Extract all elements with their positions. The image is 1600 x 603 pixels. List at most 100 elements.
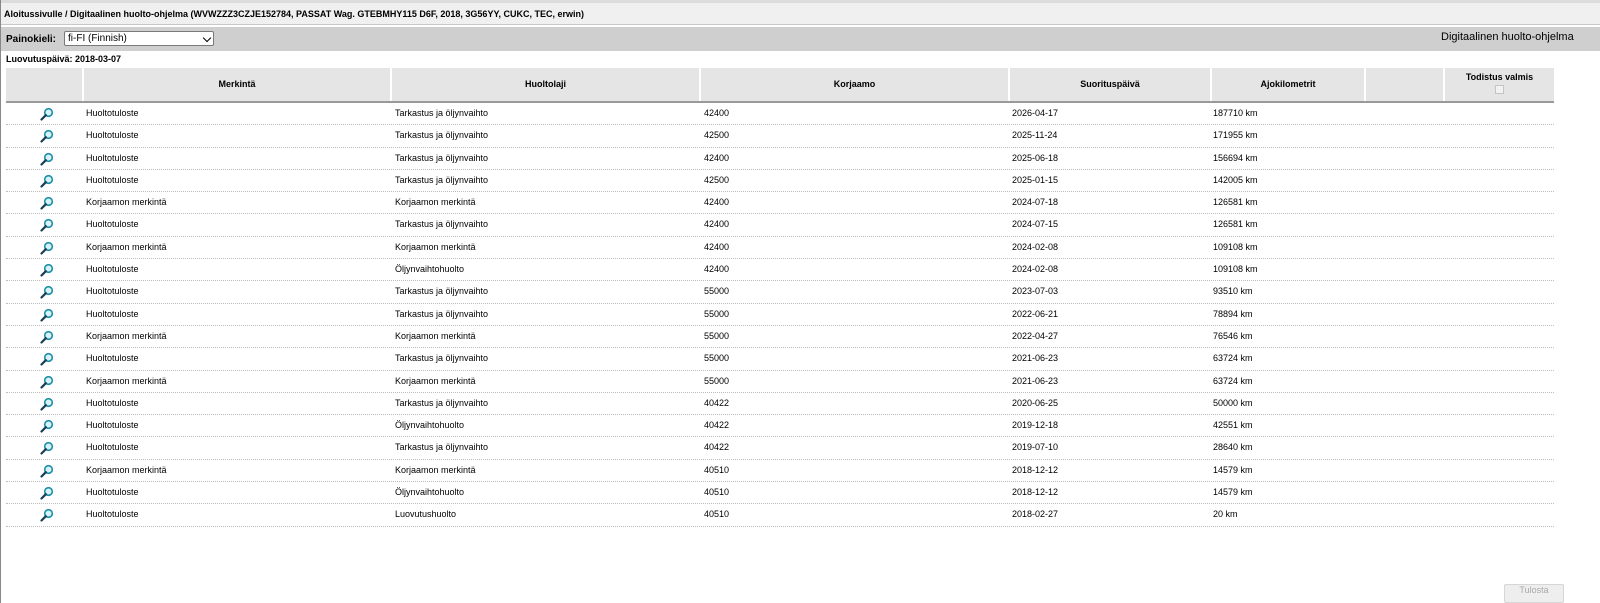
header-blank: [1366, 68, 1445, 101]
table-row[interactable]: Korjaamon merkintä Korjaamon merkintä 5500…: [6, 371, 1554, 393]
table-body: Huoltotuloste Tarkastus ja öljynvaihto 424…: [6, 103, 1554, 527]
language-select[interactable]: fi-FI (Finnish): [64, 31, 214, 46]
header-huoltolaji[interactable]: Huoltolaji: [392, 68, 701, 101]
cell-korjaamo: 55000: [704, 375, 730, 386]
header-merkinta[interactable]: Merkintä: [84, 68, 392, 101]
cell-huoltolaji: Öljynvaihtohuolto: [395, 487, 465, 498]
cell-ajokilometrit: 93510 km: [1213, 286, 1253, 297]
magnifier-icon[interactable]: [40, 174, 54, 188]
cell-ajokilometrit: 109108 km: [1213, 264, 1258, 275]
magnifier-icon[interactable]: [40, 196, 54, 210]
cell-ajokilometrit: 63724 km: [1213, 353, 1253, 364]
table-row[interactable]: Huoltotuloste Tarkastus ja öljynvaihto 425…: [6, 125, 1554, 148]
table-header: Merkintä Huoltolaji Korjaamo Suorituspäi…: [6, 68, 1554, 103]
table-row[interactable]: Huoltotuloste Tarkastus ja öljynvaihto 424…: [6, 214, 1554, 237]
cell-suorituspaiva: 2019-07-10: [1012, 442, 1059, 453]
cell-suorituspaiva: 2019-12-18: [1012, 420, 1059, 431]
cell-huoltolaji: Tarkastus ja öljynvaihto: [395, 286, 489, 297]
magnifier-icon[interactable]: [40, 352, 54, 366]
magnifier-icon[interactable]: [40, 464, 54, 478]
cell-suorituspaiva: 2021-06-23: [1012, 353, 1059, 364]
magnifier-icon[interactable]: [40, 241, 54, 255]
language-select-value: fi-FI (Finnish): [68, 33, 127, 44]
table-row[interactable]: Huoltotuloste Tarkastus ja öljynvaihto 550…: [6, 348, 1554, 371]
magnifier-icon[interactable]: [40, 330, 54, 344]
cell-korjaamo: 42400: [704, 264, 730, 275]
table-row[interactable]: Huoltotuloste Tarkastus ja öljynvaihto 425…: [6, 170, 1554, 193]
magnifier-icon[interactable]: [40, 375, 54, 389]
table-row[interactable]: Huoltotuloste Öljynvaihtohuolto 40422 2019-…: [6, 415, 1554, 438]
cell-merkinta: Huoltotuloste: [86, 286, 139, 297]
cell-suorituspaiva: 2018-02-27: [1012, 509, 1059, 520]
cell-suorituspaiva: 2025-01-15: [1012, 174, 1059, 185]
magnifier-icon[interactable]: [40, 419, 54, 433]
cell-suorituspaiva: 2022-06-21: [1012, 308, 1059, 319]
table-row[interactable]: Huoltotuloste Tarkastus ja öljynvaihto 550…: [6, 304, 1554, 326]
cell-merkinta: Huoltotuloste: [86, 308, 139, 319]
cell-korjaamo: 42500: [704, 174, 730, 185]
cell-merkinta: Huoltotuloste: [86, 397, 139, 408]
magnifier-icon[interactable]: [40, 107, 54, 121]
table-row[interactable]: Korjaamon merkintä Korjaamon merkintä 4240…: [6, 237, 1554, 260]
cell-korjaamo: 55000: [704, 330, 730, 341]
cell-suorituspaiva: 2023-07-03: [1012, 286, 1059, 297]
cell-ajokilometrit: 156694 km: [1213, 152, 1258, 163]
breadcrumb[interactable]: Aloitussivulle / Digitaalinen huolto-ohj…: [4, 9, 584, 19]
table-row[interactable]: Korjaamon merkintä Korjaamon merkintä 4051…: [6, 460, 1554, 483]
magnifier-icon[interactable]: [40, 397, 54, 411]
magnifier-icon[interactable]: [40, 129, 54, 143]
magnifier-icon[interactable]: [40, 486, 54, 500]
magnifier-icon[interactable]: [40, 218, 54, 233]
cell-merkinta: Huoltotuloste: [86, 174, 139, 185]
cell-korjaamo: 40422: [704, 397, 730, 408]
cell-merkinta: Huoltotuloste: [86, 219, 139, 230]
cell-ajokilometrit: 126581 km: [1213, 219, 1258, 230]
cell-huoltolaji: Tarkastus ja öljynvaihto: [395, 308, 489, 319]
cell-korjaamo: 55000: [704, 308, 730, 319]
cell-suorituspaiva: 2020-06-25: [1012, 397, 1059, 408]
magnifier-icon[interactable]: [40, 285, 54, 299]
magnifier-icon[interactable]: [40, 152, 54, 166]
language-toolbar: Painokieli: fi-FI (Finnish) Digitaalinen…: [1, 27, 1600, 51]
cell-korjaamo: 40422: [704, 442, 730, 453]
table-row[interactable]: Huoltotuloste Öljynvaihtohuolto 42400 2024-…: [6, 259, 1554, 282]
cell-ajokilometrit: 76546 km: [1213, 330, 1253, 341]
cell-merkinta: Huoltotuloste: [86, 130, 139, 141]
table-row[interactable]: Korjaamon merkintä Korjaamon merkintä 5500…: [6, 326, 1554, 349]
todistus-checkbox[interactable]: [1495, 85, 1504, 94]
table-row[interactable]: Huoltotuloste Tarkastus ja öljynvaihto 550…: [6, 281, 1554, 304]
table-row[interactable]: Huoltotuloste Luovutushuolto 40510 2018-02-…: [6, 504, 1554, 527]
table-row[interactable]: Huoltotuloste Tarkastus ja öljynvaihto 404…: [6, 393, 1554, 416]
magnifier-icon[interactable]: [40, 508, 54, 522]
header-action: [6, 68, 84, 101]
cell-huoltolaji: Tarkastus ja öljynvaihto: [395, 442, 489, 453]
language-label: Painokieli:: [6, 34, 57, 45]
table-row[interactable]: Huoltotuloste Tarkastus ja öljynvaihto 404…: [6, 437, 1554, 460]
magnifier-icon[interactable]: [40, 441, 54, 456]
header-suorituspaiva[interactable]: Suorituspäivä: [1010, 68, 1212, 101]
cell-ajokilometrit: 78894 km: [1213, 308, 1253, 319]
cell-ajokilometrit: 20 km: [1213, 509, 1238, 520]
cell-suorituspaiva: 2018-12-12: [1012, 464, 1059, 475]
header-korjaamo[interactable]: Korjaamo: [701, 68, 1010, 101]
table-row[interactable]: Huoltotuloste Öljynvaihtohuolto 40510 2018-…: [6, 482, 1554, 505]
print-button[interactable]: Tulosta: [1504, 584, 1564, 603]
cell-korjaamo: 42400: [704, 108, 730, 118]
cell-huoltolaji: Korjaamon merkintä: [395, 464, 476, 475]
delivery-date: Luovutuspäivä: 2018-03-07: [6, 54, 122, 64]
magnifier-icon[interactable]: [40, 308, 54, 322]
cell-merkinta: Huoltotuloste: [86, 487, 139, 498]
magnifier-icon[interactable]: [40, 263, 54, 277]
cell-suorituspaiva: 2024-07-18: [1012, 197, 1059, 208]
cell-huoltolaji: Tarkastus ja öljynvaihto: [395, 130, 489, 141]
table-row[interactable]: Korjaamon merkintä Korjaamon merkintä 4240…: [6, 192, 1554, 215]
cell-korjaamo: 42400: [704, 197, 730, 208]
table-row[interactable]: Huoltotuloste Tarkastus ja öljynvaihto 424…: [6, 103, 1554, 126]
table-row[interactable]: Huoltotuloste Tarkastus ja öljynvaihto 424…: [6, 148, 1554, 170]
cell-korjaamo: 40510: [704, 509, 730, 520]
cell-huoltolaji: Tarkastus ja öljynvaihto: [395, 397, 489, 408]
header-ajokilometrit[interactable]: Ajokilometrit: [1212, 68, 1366, 101]
cell-huoltolaji: Korjaamon merkintä: [395, 197, 476, 208]
cell-merkinta: Korjaamon merkintä: [86, 464, 167, 475]
cell-huoltolaji: Korjaamon merkintä: [395, 241, 476, 252]
